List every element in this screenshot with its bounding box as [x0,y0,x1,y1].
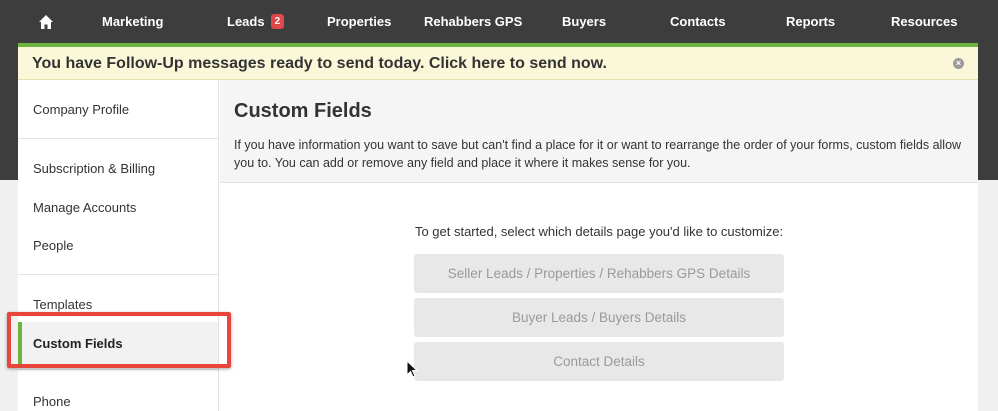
nav-leads-label: Leads [227,14,265,29]
page-header: Custom Fields If you have information yo… [220,80,978,183]
top-navigation: Marketing Leads 2 Properties Rehabbers GP… [0,0,998,44]
home-icon[interactable] [38,14,54,30]
nav-rehabbers-gps[interactable]: Rehabbers GPS [424,0,522,44]
leads-count-badge: 2 [270,14,285,29]
nav-marketing[interactable]: Marketing [102,0,163,44]
highlight-annotation [7,312,231,368]
sidebar-item-subscription-billing[interactable]: Subscription & Billing [33,161,155,176]
customize-prompt: To get started, select which details pag… [414,224,784,239]
sidebar-divider [18,369,218,370]
seller-leads-details-button[interactable]: Seller Leads / Properties / Rehabbers GP… [414,254,784,293]
sidebar-item-manage-accounts[interactable]: Manage Accounts [33,200,136,215]
nav-leads[interactable]: Leads 2 [227,0,285,44]
nav-reports[interactable]: Reports [786,0,835,44]
contact-details-button[interactable]: Contact Details [414,342,784,381]
nav-resources[interactable]: Resources [891,0,957,44]
buyer-leads-details-button[interactable]: Buyer Leads / Buyers Details [414,298,784,337]
sidebar-item-phone[interactable]: Phone [33,394,71,409]
mouse-cursor-icon [406,360,418,378]
sidebar-item-people[interactable]: People [33,238,73,253]
sidebar-divider [18,274,218,275]
nav-properties[interactable]: Properties [327,0,391,44]
page-title: Custom Fields [234,100,372,122]
follow-up-alert[interactable]: You have Follow-Up messages ready to sen… [18,47,978,80]
sidebar-item-templates[interactable]: Templates [33,297,92,312]
close-circle-icon[interactable]: × [953,58,964,69]
page-description: If you have information you want to save… [234,138,962,170]
sidebar-item-company-profile[interactable]: Company Profile [33,102,129,117]
nav-contacts[interactable]: Contacts [670,0,726,44]
alert-message[interactable]: You have Follow-Up messages ready to sen… [32,55,607,73]
sidebar-divider [18,138,218,139]
nav-buyers[interactable]: Buyers [562,0,606,44]
